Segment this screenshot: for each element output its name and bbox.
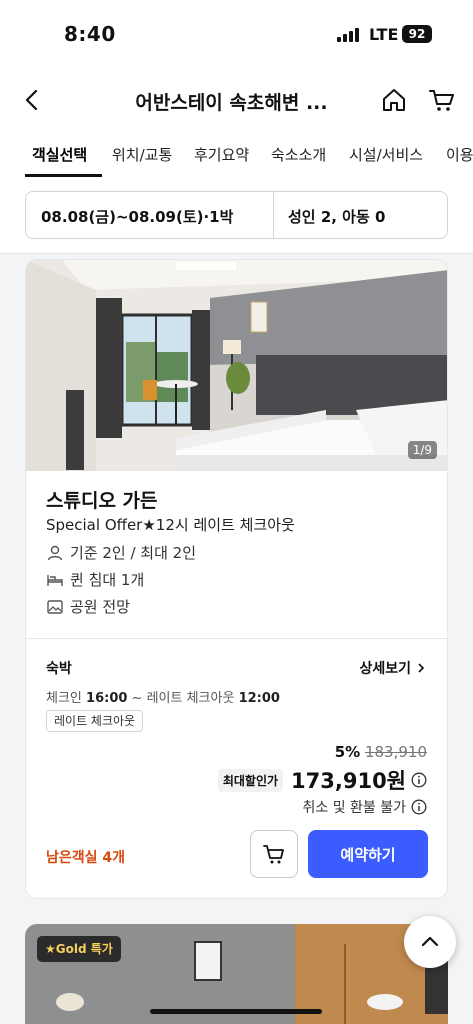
battery-icon: 92	[402, 25, 432, 43]
bed-text: 퀸 침대 1개	[70, 571, 145, 589]
remaining-rooms: 남은객실 4개	[46, 850, 126, 866]
tab-intro[interactable]: 숙소소개	[271, 144, 326, 165]
scroll-top-button[interactable]	[404, 916, 456, 968]
tab-reviews[interactable]: 후기요약	[194, 144, 249, 165]
person-icon	[47, 545, 63, 560]
room-name: 스튜디오 가든	[46, 490, 158, 512]
filter-divider	[273, 192, 274, 238]
signal-icon	[337, 28, 361, 42]
detail-link-label: 상세보기	[359, 661, 411, 677]
checkout-label: ~ 레이트 체크아웃	[127, 691, 235, 706]
network-label: LTE	[369, 25, 399, 44]
discount-percent: 5%	[334, 743, 361, 761]
page-title: 어반스테이 속초해변 ...	[135, 92, 328, 114]
checkin-info: 체크인 16:00 ~ 레이트 체크아웃 12:00	[46, 687, 280, 706]
tab-bar: 객실선택 위치/교통 후기요약 숙소소개 시설/서비스 이용	[0, 132, 473, 178]
tab-active-indicator	[25, 174, 102, 177]
feature-view: 공원 전망	[46, 596, 130, 617]
chevron-up-icon	[421, 936, 439, 947]
gold-deal-badge: ★Gold 특가	[37, 936, 121, 962]
room-card: 1/9 스튜디오 가든 Special Offer★12시 레이트 체크아웃 기…	[25, 259, 448, 899]
booking-filter-bar: 08.08(금)~08.09(토)·1박 성인 2, 아동 0	[0, 178, 473, 254]
info-icon[interactable]	[411, 772, 427, 788]
cart-icon	[263, 845, 284, 864]
view-text: 공원 전망	[70, 598, 130, 616]
price-row: 최대할인가 173,910원	[217, 765, 427, 795]
guest-selector[interactable]: 성인 2, 아동 0	[288, 206, 385, 227]
cart-icon[interactable]	[428, 86, 456, 114]
late-checkout-badge: 레이트 체크아웃	[46, 710, 144, 732]
booking-filter: 08.08(금)~08.09(토)·1박 성인 2, 아동 0	[25, 191, 448, 239]
tab-facilities[interactable]: 시설/서비스	[349, 144, 423, 165]
status-time: 8:40	[64, 22, 116, 46]
max-discount-label: 최대할인가	[217, 768, 284, 792]
bed-icon	[47, 574, 63, 586]
image-icon	[47, 599, 63, 614]
home-indicator	[150, 1009, 322, 1014]
tab-location[interactable]: 위치/교통	[112, 144, 172, 165]
date-selector[interactable]: 08.08(금)~08.09(토)·1박	[41, 206, 233, 227]
capacity-text: 기준 2인 / 최대 2인	[70, 544, 197, 562]
tab-room-select[interactable]: 객실선택	[32, 144, 87, 165]
chevron-right-icon	[418, 663, 425, 673]
room-photo-illustration	[26, 260, 447, 471]
room-offer: Special Offer★12시 레이트 체크아웃	[46, 516, 295, 534]
feature-bed: 퀸 침대 1개	[46, 569, 144, 590]
feature-capacity: 기준 2인 / 최대 2인	[46, 542, 196, 563]
status-bar: 8:40 LTE 92	[0, 0, 473, 70]
image-counter: 1/9	[407, 441, 437, 459]
card-divider	[26, 638, 447, 639]
detail-link[interactable]: 상세보기	[359, 658, 427, 678]
room-photo[interactable]: 1/9	[26, 260, 447, 471]
original-price: 183,910	[364, 743, 427, 761]
stay-type-label: 숙박	[46, 661, 72, 677]
reserve-button[interactable]: 예약하기	[308, 830, 428, 878]
app-header: 어반스테이 속초해변 ...	[0, 70, 473, 132]
tab-usage[interactable]: 이용	[446, 144, 473, 165]
back-icon[interactable]	[18, 86, 46, 114]
home-icon[interactable]	[380, 86, 408, 114]
discount-row: 5% 183,910	[335, 743, 427, 761]
add-to-cart-button[interactable]	[250, 830, 298, 878]
refund-info-icon[interactable]	[411, 799, 427, 815]
checkout-time: 12:00	[238, 691, 280, 706]
final-price: 173,910원	[291, 769, 406, 793]
refund-policy: 취소 및 환불 불가	[302, 797, 427, 817]
checkin-time: 16:00	[86, 691, 128, 706]
refund-text: 취소 및 환불 불가	[302, 800, 406, 816]
checkin-label: 체크인	[46, 691, 82, 706]
